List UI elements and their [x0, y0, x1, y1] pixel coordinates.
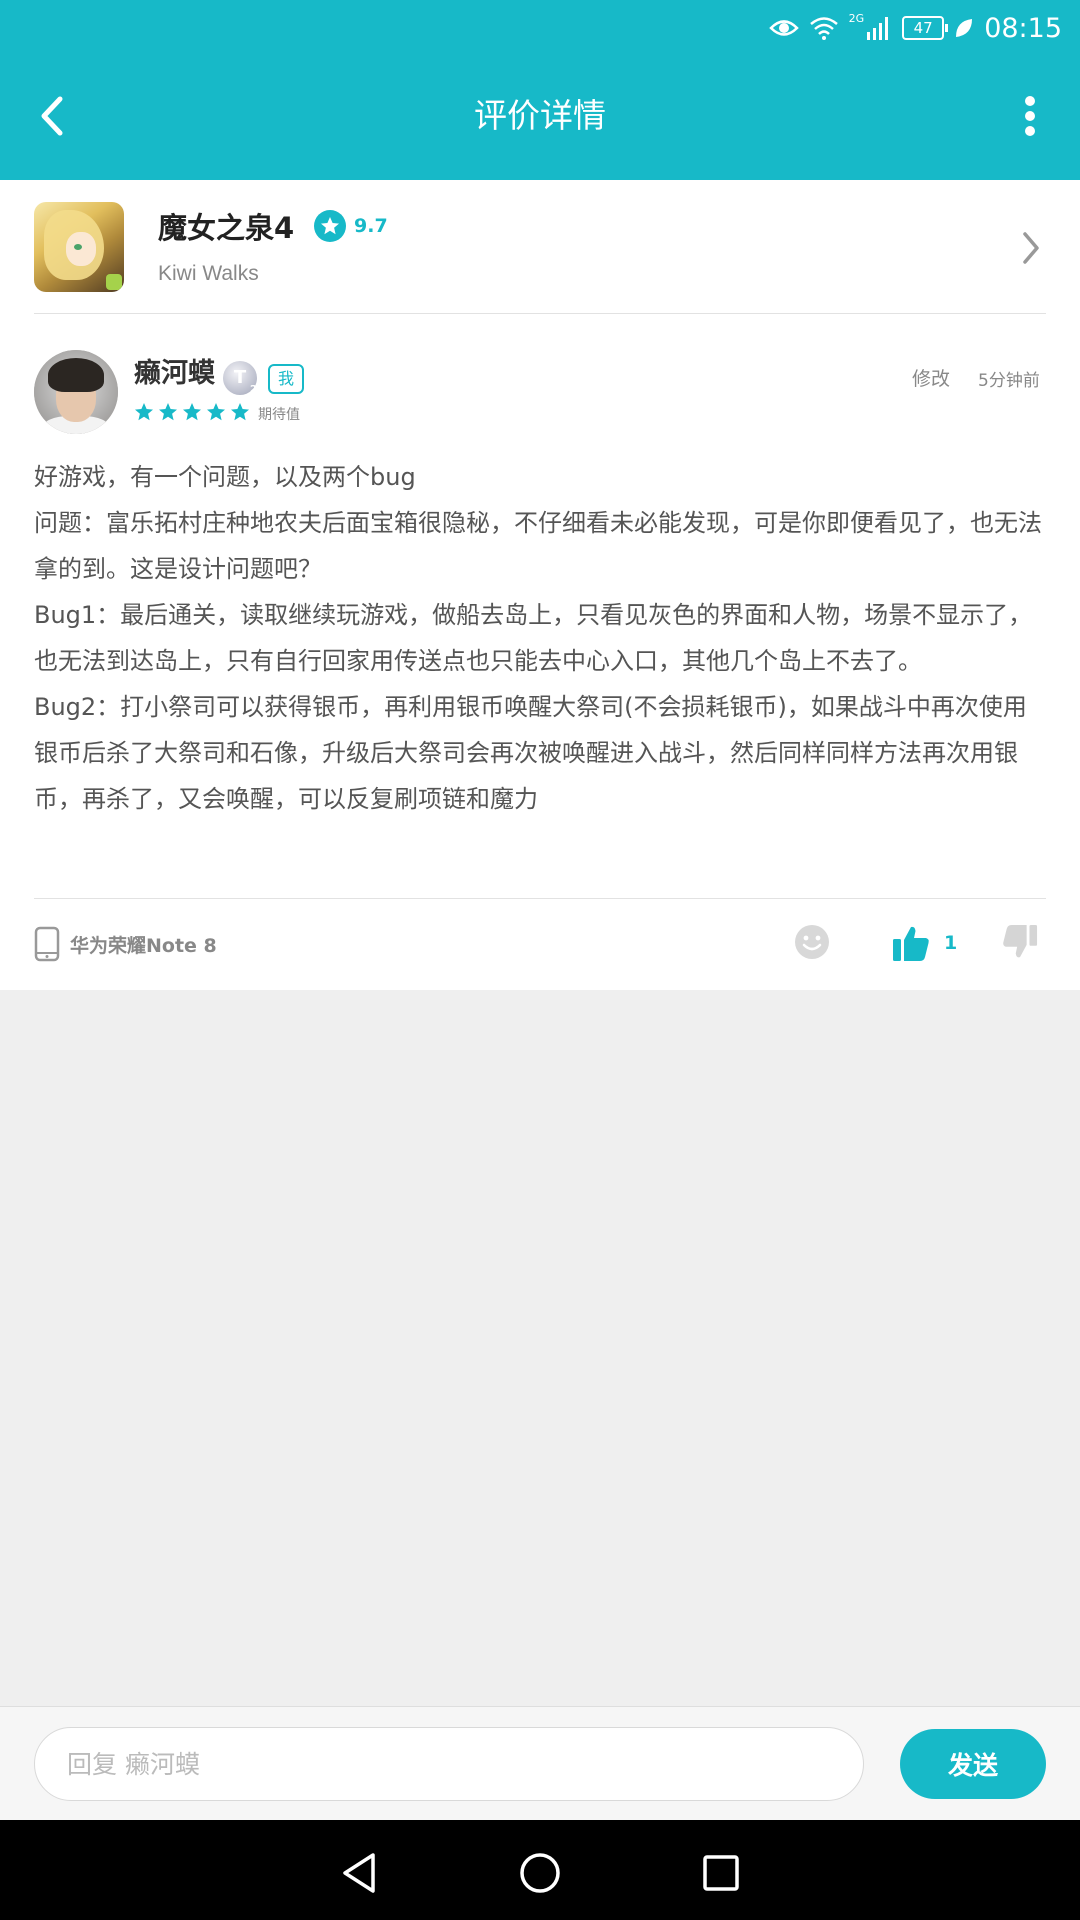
thumbs-up-icon	[893, 926, 929, 961]
game-rating: 9.7	[314, 210, 388, 242]
game-name: 魔女之泉4	[158, 211, 295, 245]
chevron-right-icon	[1016, 226, 1046, 270]
wifi-icon	[809, 17, 838, 40]
rating-value: 9.7	[354, 215, 388, 237]
system-nav-bar	[0, 1820, 1080, 1920]
divider	[34, 898, 1046, 899]
nav-recents-button[interactable]	[696, 1848, 746, 1898]
game-icon	[34, 202, 124, 292]
game-developer: Kiwi Walks	[158, 262, 259, 285]
network-type-label: 2G	[848, 11, 865, 25]
page-title: 评价详情	[474, 96, 606, 135]
review-text: 好游戏，有一个问题，以及两个bug 问题：富乐拓村庄种地农夫后面宝箱很隐秘，不仔…	[34, 454, 1050, 822]
level-badge-letter: T	[233, 367, 247, 388]
status-time: 08:15	[984, 12, 1062, 44]
reply-input[interactable]	[34, 1727, 864, 1801]
star-icon	[135, 403, 153, 421]
send-button[interactable]: 发送	[900, 1729, 1046, 1799]
smiley-icon	[795, 925, 829, 959]
square-recents-icon	[703, 1855, 739, 1891]
dislike-button[interactable]	[1002, 924, 1038, 964]
review-time: 5分钟前	[978, 371, 1040, 391]
device-info: 华为荣耀Note 8	[34, 926, 217, 962]
star-icon	[183, 403, 201, 421]
edit-button[interactable]: 修改	[912, 364, 950, 391]
device-name: 华为荣耀Note 8	[70, 934, 217, 957]
eye-icon	[768, 20, 799, 36]
like-button[interactable]: 1	[892, 924, 957, 962]
rating-stars	[134, 402, 250, 422]
review-paragraph: 好游戏，有一个问题，以及两个bug	[34, 463, 416, 491]
emoji-reaction-button[interactable]	[794, 924, 830, 960]
review-paragraph: 问题：富乐拓村庄种地农夫后面宝箱很隐秘，不仔细看未必能发现，可是你即便看见了，也…	[34, 509, 1042, 583]
nav-back-button[interactable]	[334, 1848, 384, 1898]
more-options-button[interactable]	[1002, 88, 1058, 144]
review-paragraph: Bug1：最后通关，读取继续玩游戏，做船去岛上，只看见灰色的界面和人物，场景不显…	[34, 601, 1033, 675]
reply-bar: 发送	[0, 1706, 1080, 1821]
game-info-row[interactable]: 魔女之泉4 9.7 Kiwi Walks	[34, 202, 1046, 312]
divider	[34, 313, 1046, 314]
like-count: 1	[944, 932, 958, 954]
battery-icon: 47	[902, 16, 949, 40]
star-icon	[159, 403, 177, 421]
user-name[interactable]: 癞河蟆	[134, 356, 215, 392]
more-vertical-icon	[1025, 96, 1035, 136]
status-bar: 2G 47 08:15	[768, 10, 1062, 46]
triangle-back-icon	[343, 1853, 375, 1893]
review-paragraph: Bug2：打小祭司可以获得银币，再利用银币唤醒大祭司(不会损耗银币)，如果战斗中…	[34, 693, 1027, 813]
nav-home-button[interactable]	[515, 1848, 565, 1898]
battery-level: 47	[913, 19, 933, 37]
star-icon	[231, 403, 249, 421]
star-icon	[207, 403, 225, 421]
thumbs-down-icon	[1003, 924, 1038, 958]
app-header: 2G 47 08:15 评价详情	[0, 0, 1080, 180]
level-badge: T 2	[223, 361, 257, 395]
level-badge-number: 2	[250, 384, 257, 395]
leaf-icon	[956, 19, 973, 37]
signal-icon	[867, 17, 889, 40]
user-avatar[interactable]	[34, 350, 118, 434]
me-tag: 我	[268, 364, 305, 394]
phone-icon	[34, 926, 60, 962]
review-card: 魔女之泉4 9.7 Kiwi Walks 癞河蟆 T 2 我 期待值 修改 5分…	[0, 180, 1080, 990]
star-badge-icon	[314, 210, 346, 242]
stars-label: 期待值	[258, 407, 300, 423]
circle-home-icon	[520, 1853, 560, 1893]
